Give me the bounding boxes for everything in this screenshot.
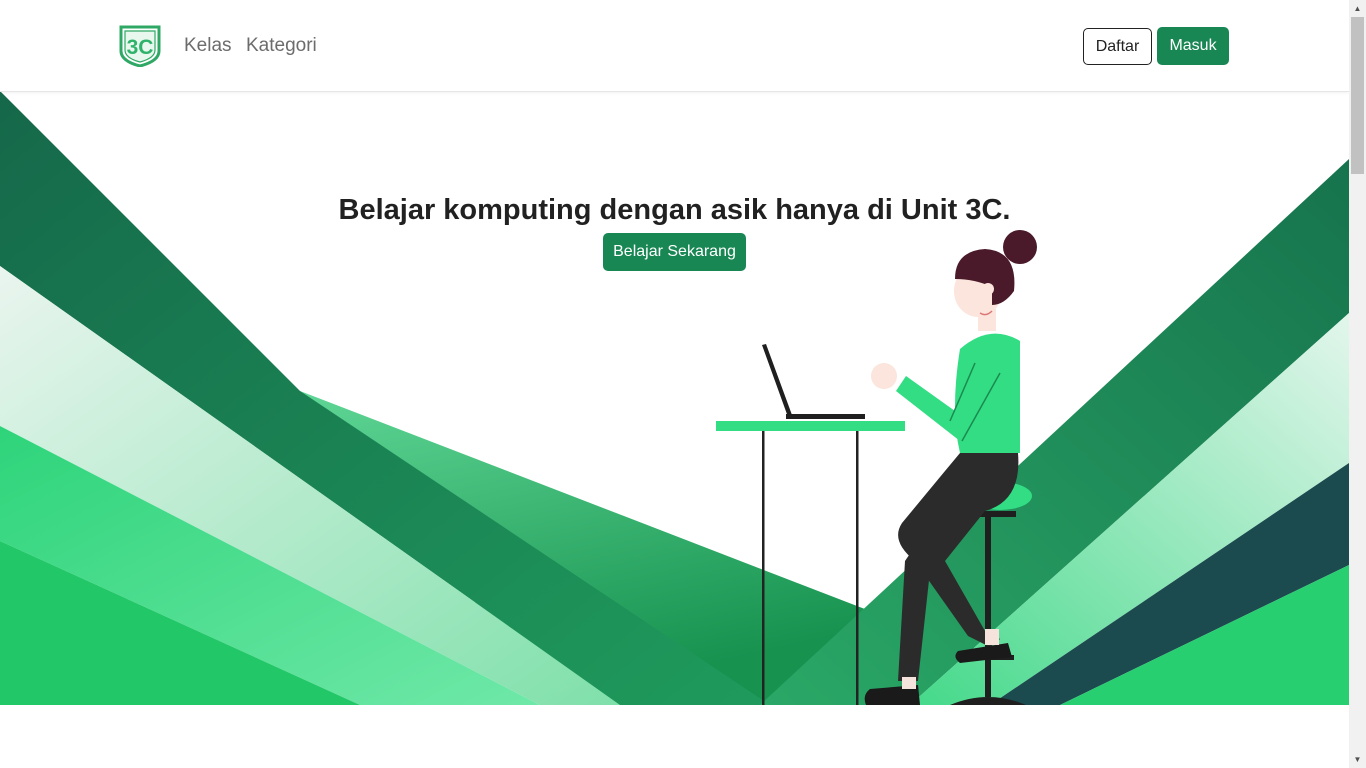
navbar: 3C Kelas Kategori Daftar Masuk xyxy=(0,0,1349,92)
login-button[interactable]: Masuk xyxy=(1157,27,1229,65)
scrollbar-thumb[interactable] xyxy=(1351,17,1364,174)
hero-title: Belajar komputing dengan asik hanya di U… xyxy=(338,194,1011,226)
page: 3C Kelas Kategori Daftar Masuk Belajar k… xyxy=(0,0,1349,768)
nav-link-kategori[interactable]: Kategori xyxy=(246,35,317,57)
vertical-scrollbar[interactable]: ▲ ▼ xyxy=(1349,0,1366,768)
scroll-down-icon[interactable]: ▼ xyxy=(1349,751,1366,768)
nav-link-kelas[interactable]: Kelas xyxy=(184,35,232,57)
logo-text: 3C xyxy=(127,36,154,59)
scroll-up-icon[interactable]: ▲ xyxy=(1349,0,1366,17)
register-button[interactable]: Daftar xyxy=(1083,28,1152,65)
hero-section: Belajar komputing dengan asik hanya di U… xyxy=(0,91,1349,705)
hero-illustration xyxy=(0,91,1349,705)
content-area xyxy=(0,705,1349,768)
cta-button[interactable]: Belajar Sekarang xyxy=(603,233,746,271)
site-logo[interactable]: 3C xyxy=(119,25,161,68)
